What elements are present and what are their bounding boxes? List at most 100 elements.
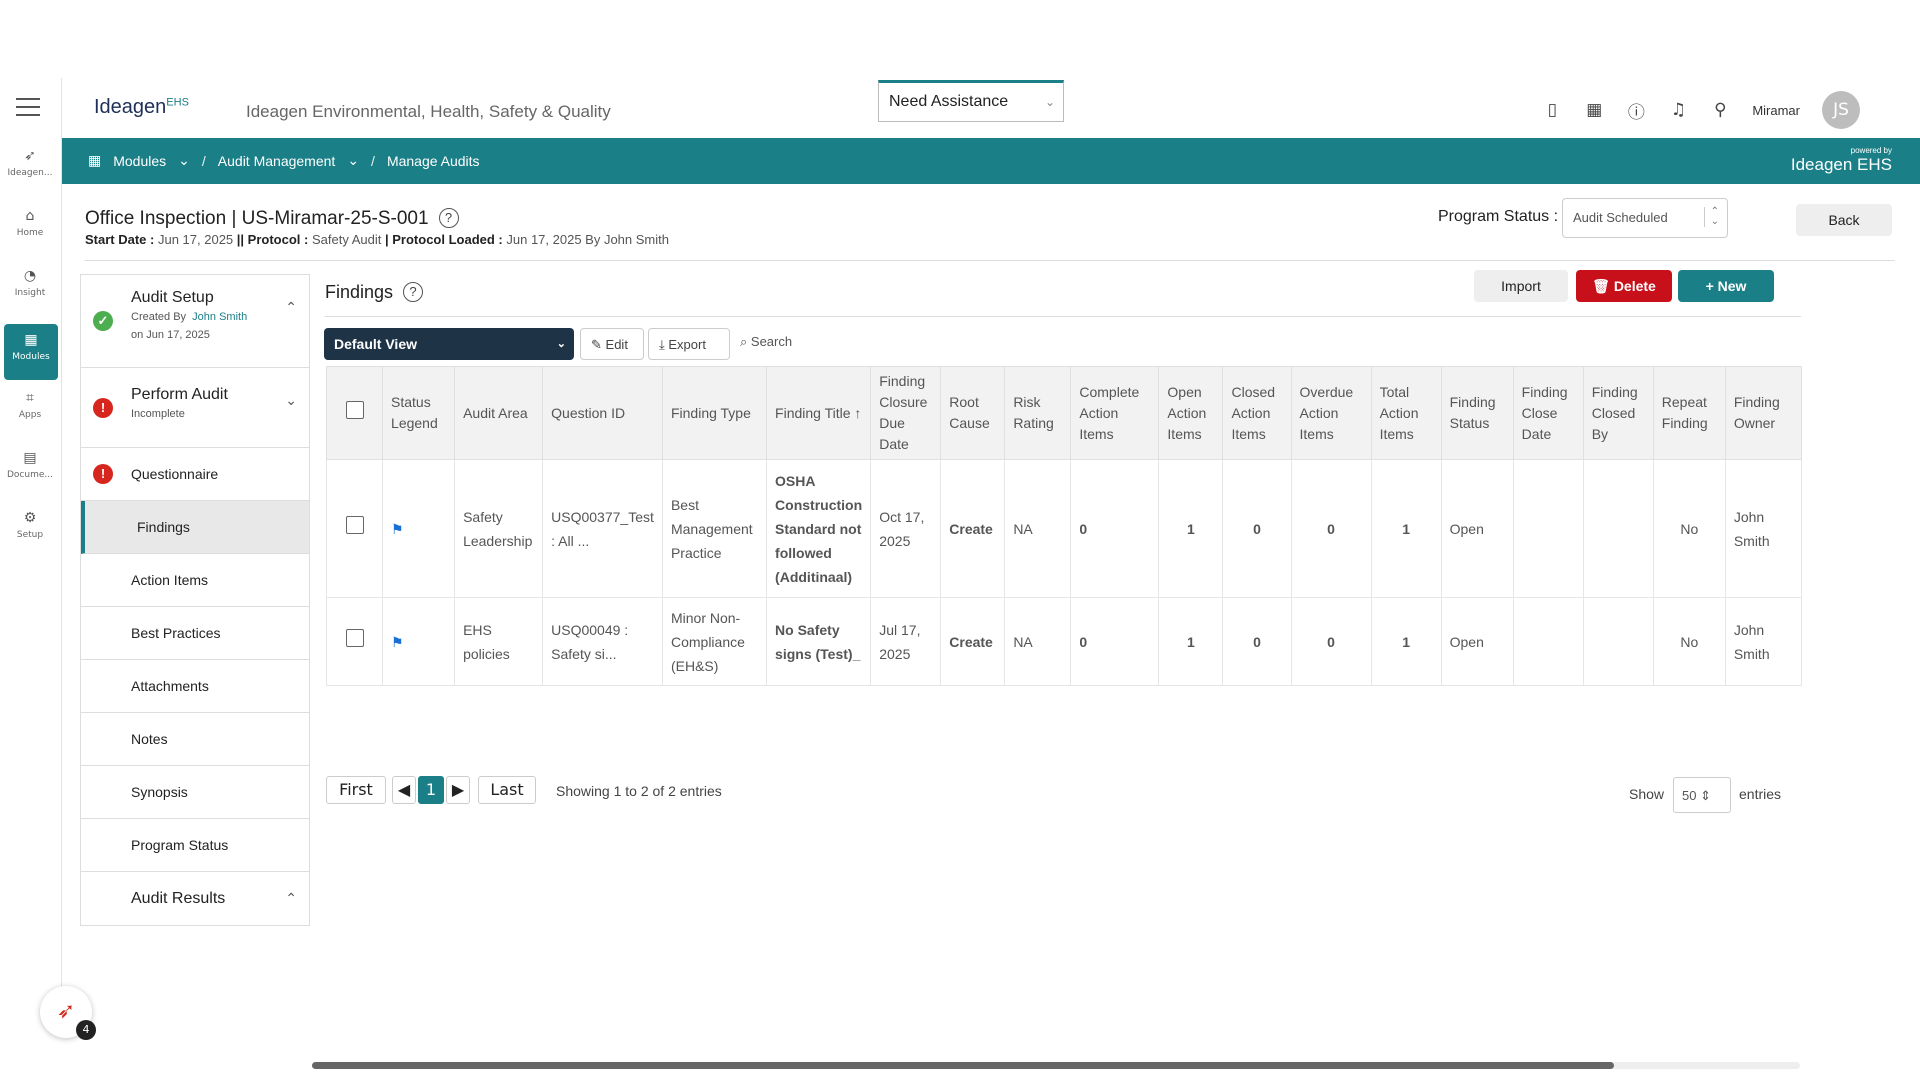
help-icon[interactable]: ?: [438, 208, 459, 228]
select-all-checkbox[interactable]: [345, 401, 364, 419]
notification-badge: 4: [76, 1020, 96, 1040]
next-page-icon[interactable]: ▶: [446, 776, 470, 804]
need-assistance-dropdown[interactable]: Need Assistance ⌄: [878, 80, 1064, 122]
section-attachments[interactable]: Attachments: [81, 660, 309, 713]
breadcrumb-modules[interactable]: Modules: [113, 153, 166, 169]
complete-count-link[interactable]: 0: [1070, 597, 1160, 686]
view-select[interactable]: Default View ⌄: [324, 328, 574, 360]
rail-item-ideagen[interactable]: ➶ Ideagen...: [0, 140, 60, 196]
total-count-link[interactable]: 1: [1370, 459, 1442, 598]
bell-icon[interactable]: ♫: [1668, 100, 1688, 120]
back-button[interactable]: Back: [1796, 204, 1892, 236]
help-icon[interactable]: ?: [403, 282, 424, 302]
section-questionnaire[interactable]: ! Questionnaire: [81, 448, 309, 501]
col-total-action-items[interactable]: Total Action Items: [1370, 366, 1442, 460]
chevron-down-icon: ⌄: [1044, 95, 1055, 109]
creator-link[interactable]: John Smith: [192, 311, 247, 323]
rail-item-home[interactable]: ⌂ Home: [0, 200, 60, 256]
last-page-button[interactable]: Last: [478, 776, 536, 804]
chevron-down-icon[interactable]: ⌄: [178, 152, 190, 169]
page-size-select[interactable]: 50 ⇕: [1673, 777, 1731, 813]
mobile-icon[interactable]: ▯: [1542, 100, 1562, 120]
col-finding-closed-by[interactable]: Finding Closed By: [1582, 366, 1654, 460]
section-notes[interactable]: Notes: [81, 713, 309, 766]
chevron-down-icon[interactable]: ⌄: [347, 152, 359, 169]
assistant-fab[interactable]: ➶ 4: [40, 986, 96, 1040]
section-perform-audit[interactable]: ! Perform Audit Incomplete ⌄: [81, 368, 309, 448]
col-open-action-items[interactable]: Open Action Items: [1158, 366, 1224, 460]
col-overdue-action-items[interactable]: Overdue Action Items: [1290, 366, 1372, 460]
menu-icon[interactable]: [16, 98, 40, 118]
closed-count-link[interactable]: 0: [1222, 459, 1292, 598]
edit-button[interactable]: ✎ Edit: [580, 328, 644, 360]
col-status-legend[interactable]: Status Legend: [382, 366, 456, 460]
col-due-date[interactable]: Finding Closure Due Date: [870, 366, 942, 460]
app-frame: ➶ Ideagen... ⌂ Home ◔ Insight ▦ Modules …: [0, 78, 1920, 1069]
section-synopsis[interactable]: Synopsis: [81, 766, 309, 819]
col-finding-title[interactable]: Finding Title ↑: [766, 366, 872, 460]
rail-item-insight[interactable]: ◔ Insight: [0, 260, 60, 316]
section-audit-setup[interactable]: ✓ Audit Setup Created By John Smith on J…: [81, 275, 309, 368]
export-button[interactable]: ⤓ Export: [648, 328, 730, 360]
breadcrumb-manage-audits[interactable]: Manage Audits: [387, 153, 480, 169]
table-row[interactable]: ⚑ EHS policies USQ00049 : Safety si... M…: [325, 597, 1803, 686]
open-count-link[interactable]: 1: [1158, 597, 1224, 686]
rail-item-modules[interactable]: ▦ Modules: [4, 324, 58, 380]
open-count-link[interactable]: 1: [1158, 459, 1224, 598]
section-audit-results[interactable]: Audit Results ⌃: [81, 872, 309, 925]
program-status-select[interactable]: Audit Scheduled ⌃ ⌄: [1562, 198, 1728, 238]
col-repeat-finding[interactable]: Repeat Finding: [1652, 366, 1726, 460]
delete-button[interactable]: 🗑 Delete: [1576, 270, 1672, 302]
root-cause-create-link[interactable]: Create: [940, 597, 1006, 686]
overdue-count-link[interactable]: 0: [1290, 597, 1372, 686]
ideagen-logo[interactable]: IdeagenEHS: [94, 96, 189, 119]
breadcrumb-audit-management[interactable]: Audit Management: [218, 153, 336, 169]
col-closed-action-items[interactable]: Closed Action Items: [1222, 366, 1292, 460]
root-cause-create-link[interactable]: Create: [940, 459, 1006, 598]
total-count-link[interactable]: 1: [1370, 597, 1442, 686]
rail-item-apps[interactable]: ⌗ Apps: [0, 382, 60, 438]
col-root-cause[interactable]: Root Cause: [940, 366, 1006, 460]
col-finding-owner[interactable]: Finding Owner: [1724, 366, 1803, 460]
location-pin-icon[interactable]: ⚲: [1710, 100, 1730, 120]
col-finding-close-date[interactable]: Finding Close Date: [1512, 366, 1584, 460]
powered-by-logo: powered by Ideagen EHS: [1790, 146, 1892, 174]
col-risk-rating[interactable]: Risk Rating: [1004, 366, 1072, 460]
avatar[interactable]: JS: [1822, 91, 1860, 129]
header-icons: ▯ ▦ ⓘ ♫ ⚲ Miramar JS: [1542, 91, 1860, 129]
table-row[interactable]: ⚑ Safety Leadership USQ00377_Test : All …: [325, 459, 1803, 598]
page-1-button[interactable]: 1: [418, 776, 444, 804]
section-best-practices[interactable]: Best Practices: [81, 607, 309, 660]
first-page-button[interactable]: First: [326, 776, 386, 804]
import-button[interactable]: Import: [1474, 270, 1568, 302]
scrollbar-thumb[interactable]: [312, 1062, 1614, 1069]
row-checkbox[interactable]: [345, 629, 364, 647]
section-findings[interactable]: Findings: [81, 501, 309, 554]
location-label[interactable]: Miramar: [1752, 103, 1800, 118]
closed-count-link[interactable]: 0: [1222, 597, 1292, 686]
chevron-up-icon[interactable]: ⌃: [285, 890, 297, 907]
calendar-icon[interactable]: ▦: [1584, 100, 1604, 120]
rail-item-setup[interactable]: ⚙ Setup: [0, 502, 60, 558]
help-icon[interactable]: ⓘ: [1626, 98, 1646, 123]
chevron-up-icon[interactable]: ⌃: [285, 299, 297, 316]
col-finding-status[interactable]: Finding Status: [1440, 366, 1514, 460]
findings-table: Status Legend Audit Area Question ID Fin…: [325, 366, 1803, 686]
col-finding-type[interactable]: Finding Type: [661, 366, 768, 460]
rail-item-documents[interactable]: ▤ Docume...: [0, 442, 60, 498]
new-button[interactable]: + New: [1678, 270, 1774, 302]
finding-title-link[interactable]: OSHA Construction Standard not followed …: [766, 459, 872, 598]
row-checkbox[interactable]: [345, 516, 364, 534]
col-complete-action-items[interactable]: Complete Action Items: [1070, 366, 1160, 460]
section-action-items[interactable]: Action Items: [81, 554, 309, 607]
finding-title-link[interactable]: No Safety signs (Test)_: [766, 597, 872, 686]
complete-count-link[interactable]: 0: [1070, 459, 1160, 598]
col-audit-area[interactable]: Audit Area: [454, 366, 544, 460]
prev-page-icon[interactable]: ◀: [392, 776, 416, 804]
chevron-down-icon[interactable]: ⌄: [285, 392, 297, 409]
col-question-id[interactable]: Question ID: [542, 366, 663, 460]
section-program-status[interactable]: Program Status: [81, 819, 309, 872]
overdue-count-link[interactable]: 0: [1290, 459, 1372, 598]
divider: [325, 316, 1801, 317]
search-input[interactable]: ⌕ Search: [740, 334, 792, 350]
